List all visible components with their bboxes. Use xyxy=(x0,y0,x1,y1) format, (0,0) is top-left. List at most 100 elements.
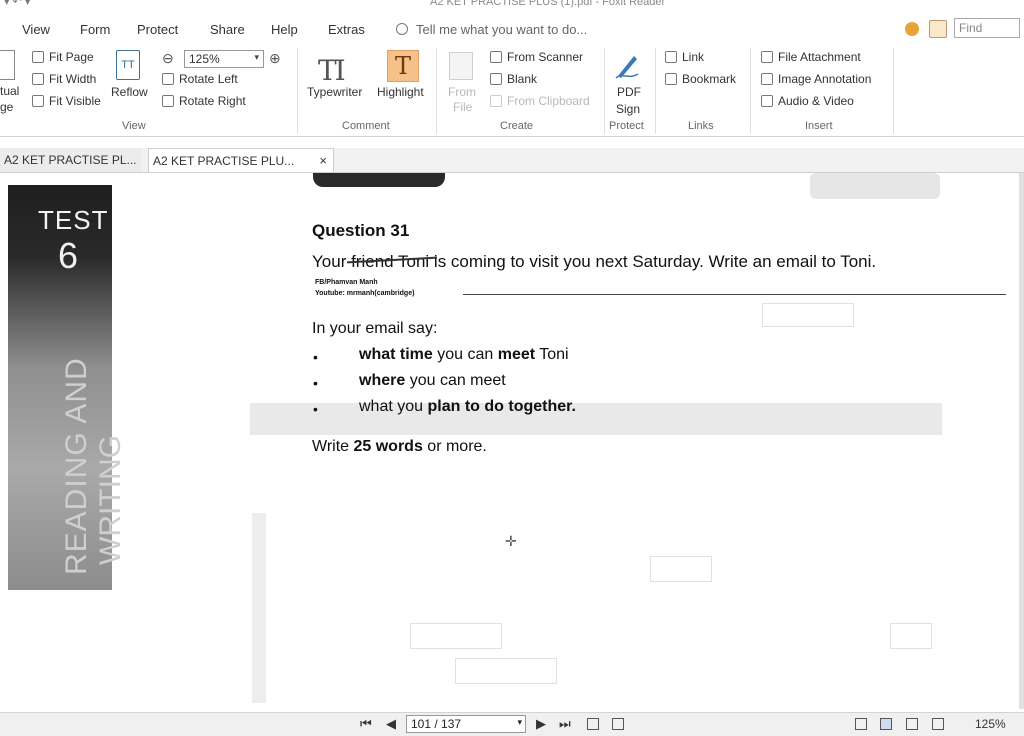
section-label-writing: WRITING xyxy=(94,435,127,565)
smiley-icon[interactable] xyxy=(905,22,919,36)
fit-width-icon xyxy=(32,73,44,85)
tab-label: A2 KET PRACTISE PL... xyxy=(4,153,137,167)
blank-label: Blank xyxy=(507,72,538,86)
bookmark-icon xyxy=(665,73,677,85)
from-clipboard-label: From Clipboard xyxy=(507,94,590,108)
typewriter-button[interactable]: Typewriter xyxy=(307,85,362,99)
ribbon-separator xyxy=(893,48,894,134)
pdf-sign-label-1[interactable]: PDF xyxy=(617,85,641,99)
bullet-glyph: • xyxy=(313,375,318,391)
reflow-icon[interactable]: TT xyxy=(116,50,140,80)
menu-extras[interactable]: Extras xyxy=(328,22,365,37)
ribbon-separator xyxy=(297,48,298,134)
ribbon-separator xyxy=(604,48,605,134)
menu-share[interactable]: Share xyxy=(210,22,245,37)
from-scanner-button[interactable]: From Scanner xyxy=(490,50,583,64)
document-view[interactable]: TEST 6 READING AND WRITING Question 31 Y… xyxy=(0,173,1024,709)
reflow-button[interactable]: Reflow xyxy=(111,85,148,99)
image-annotation-button[interactable]: Image Annotation xyxy=(761,72,871,86)
part-header-tab xyxy=(313,173,445,187)
rotate-right-button[interactable]: Rotate Right xyxy=(162,94,246,108)
vertical-scrollbar[interactable] xyxy=(1019,173,1024,709)
zoom-select[interactable]: 125% ▾ xyxy=(184,50,264,68)
next-page-icon[interactable]: ▶ xyxy=(536,716,546,732)
bleed-through-box xyxy=(410,623,502,649)
next-view-icon[interactable] xyxy=(612,718,624,730)
facing-page-icon[interactable] xyxy=(906,718,918,730)
blank-button[interactable]: Blank xyxy=(490,72,537,86)
last-page-icon[interactable]: ⏭ xyxy=(559,716,571,732)
section-label-reading: READING AND xyxy=(60,357,93,575)
bullet-text: what you xyxy=(359,398,428,415)
rotate-right-label: Rotate Right xyxy=(179,94,246,108)
write-text: or more. xyxy=(422,438,487,455)
continuous-page-icon[interactable] xyxy=(880,718,892,730)
actual-size-label-1[interactable]: tual xyxy=(0,84,19,98)
actual-size-label-2[interactable]: ge xyxy=(0,100,13,114)
fit-page-icon xyxy=(32,51,44,63)
first-page-icon[interactable]: ⏮ xyxy=(360,716,372,732)
from-scanner-label: From Scanner xyxy=(507,50,584,64)
blank-page-icon xyxy=(490,73,502,85)
pen-sign-icon[interactable] xyxy=(614,52,640,80)
from-file-label-1: From xyxy=(448,85,476,99)
highlight-button[interactable]: Highlight xyxy=(377,85,424,99)
zoom-out-icon[interactable]: ⊖ xyxy=(162,50,174,67)
fit-visible-button[interactable]: Fit Visible xyxy=(32,94,101,108)
instructions-lead: In your email say: xyxy=(312,320,438,337)
rotate-left-button[interactable]: Rotate Left xyxy=(162,72,238,86)
tab-label: A2 KET PRACTISE PLU... xyxy=(153,154,295,168)
previous-page-icon[interactable]: ◀ xyxy=(386,716,396,732)
menu-form[interactable]: Form xyxy=(80,22,110,37)
menu-help[interactable]: Help xyxy=(271,22,298,37)
chevron-down-icon: ▾ xyxy=(254,52,259,62)
credit-line: Youtube: mrmanh(cambridge) xyxy=(315,290,415,297)
continuous-facing-icon[interactable] xyxy=(932,718,944,730)
close-icon[interactable]: × xyxy=(319,149,327,173)
from-clipboard-button: From Clipboard xyxy=(490,94,590,108)
zoom-in-icon[interactable]: ⊕ xyxy=(269,50,281,67)
group-label-links: Links xyxy=(688,120,714,132)
page-number-input[interactable]: 101 / 137 ▾ xyxy=(406,715,526,733)
group-label-insert: Insert xyxy=(805,120,833,132)
tab-document-2[interactable]: A2 KET PRACTISE PLU... × xyxy=(148,148,334,172)
bookmark-button[interactable]: Bookmark xyxy=(665,72,736,86)
quick-access-icon[interactable]: ▾ ↶ ▾ xyxy=(4,0,30,8)
previous-view-icon[interactable] xyxy=(587,718,599,730)
divider xyxy=(463,294,1006,295)
typewriter-icon[interactable]: TI xyxy=(318,54,346,87)
rotate-left-label: Rotate Left xyxy=(179,72,238,86)
highlight-icon[interactable]: T xyxy=(387,50,419,82)
image-annotation-label: Image Annotation xyxy=(778,72,872,86)
word-count-instruction: Write 25 words or more. xyxy=(312,438,487,456)
group-label-comment: Comment xyxy=(342,120,390,132)
tab-document-1[interactable]: A2 KET PRACTISE PL... xyxy=(0,148,142,172)
credit-line: FB/Phamvan Manh xyxy=(315,279,378,286)
attachment-icon xyxy=(761,51,773,63)
actual-size-icon[interactable] xyxy=(0,50,15,80)
tell-me-text: Tell me what you want to do... xyxy=(416,22,588,37)
image-icon xyxy=(761,73,773,85)
question-title: Question 31 xyxy=(312,221,410,240)
menu-protect[interactable]: Protect xyxy=(137,22,178,37)
chevron-down-icon: ▾ xyxy=(517,717,522,727)
single-page-icon[interactable] xyxy=(855,718,867,730)
document-tabs: A2 KET PRACTISE PL... A2 KET PRACTISE PL… xyxy=(0,148,1024,173)
fit-page-button[interactable]: Fit Page xyxy=(32,50,94,64)
audio-video-button[interactable]: Audio & Video xyxy=(761,94,854,108)
link-label: Link xyxy=(682,50,705,64)
menu-view[interactable]: View xyxy=(22,22,50,37)
search-tools-icon[interactable] xyxy=(929,20,947,38)
tell-me-box[interactable]: Tell me what you want to do... xyxy=(396,22,587,37)
test-sidebar: TEST 6 READING AND WRITING xyxy=(8,185,127,590)
file-attachment-button[interactable]: File Attachment xyxy=(761,50,861,64)
find-input[interactable]: Find xyxy=(954,18,1020,38)
bookmark-label: Bookmark xyxy=(682,72,737,86)
pdf-sign-label-2[interactable]: Sign xyxy=(616,102,640,116)
fit-width-button[interactable]: Fit Width xyxy=(32,72,96,86)
bullet-item: where you can meet xyxy=(359,372,506,390)
link-button[interactable]: Link xyxy=(665,50,704,64)
bullet-bold: plan to do together. xyxy=(427,398,576,415)
ribbon-separator xyxy=(655,48,656,134)
fit-visible-icon xyxy=(32,95,44,107)
